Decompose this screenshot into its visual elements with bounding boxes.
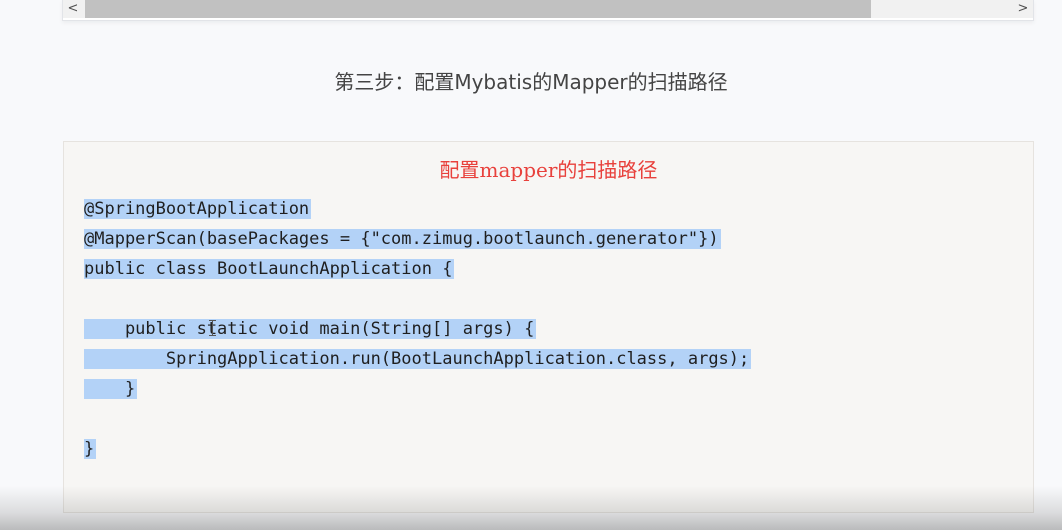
code-line: } xyxy=(84,434,751,464)
code-line: @MapperScan(basePackages = {"com.zimug.b… xyxy=(84,224,751,254)
code-text: @MapperScan(basePackages = {"com.zimug.b… xyxy=(84,229,721,249)
code-lines[interactable]: @SpringBootApplication @MapperScan(baseP… xyxy=(84,194,752,464)
code-block-title: 配置mapper的扫描路径 xyxy=(439,158,658,182)
code-line: public static void main(String[] args) { xyxy=(84,314,751,344)
scroll-left-arrow-icon[interactable]: < xyxy=(63,0,83,18)
code-text: SpringApplication.run(BootLaunchApplicat… xyxy=(84,349,752,369)
step-heading: 第三步：配置Mybatis的Mapper的扫描路径 xyxy=(334,70,728,94)
previous-code-block: < > xyxy=(62,0,1034,21)
code-line: public class BootLaunchApplication { xyxy=(84,254,751,284)
code-text: } xyxy=(84,379,138,399)
code-text: @SpringBootApplication xyxy=(84,199,312,219)
code-text: public class BootLaunchApplication { xyxy=(84,259,455,279)
code-line: } xyxy=(84,374,751,404)
code-line: @SpringBootApplication xyxy=(84,194,751,224)
text-cursor-icon xyxy=(209,320,216,336)
scroll-right-arrow-icon[interactable]: > xyxy=(1013,0,1033,18)
code-block: 配置mapper的扫描路径 @SpringBootApplication @Ma… xyxy=(63,141,1034,513)
code-text: public static void main(String[] args) { xyxy=(84,319,537,339)
horizontal-scrollbar[interactable]: < > xyxy=(63,0,1033,18)
code-text: } xyxy=(84,439,97,459)
page: < > 第三步：配置Mybatis的Mapper的扫描路径 配置mapper的扫… xyxy=(0,0,1062,530)
code-line: SpringApplication.run(BootLaunchApplicat… xyxy=(84,344,752,374)
scrollbar-thumb[interactable] xyxy=(85,0,871,18)
